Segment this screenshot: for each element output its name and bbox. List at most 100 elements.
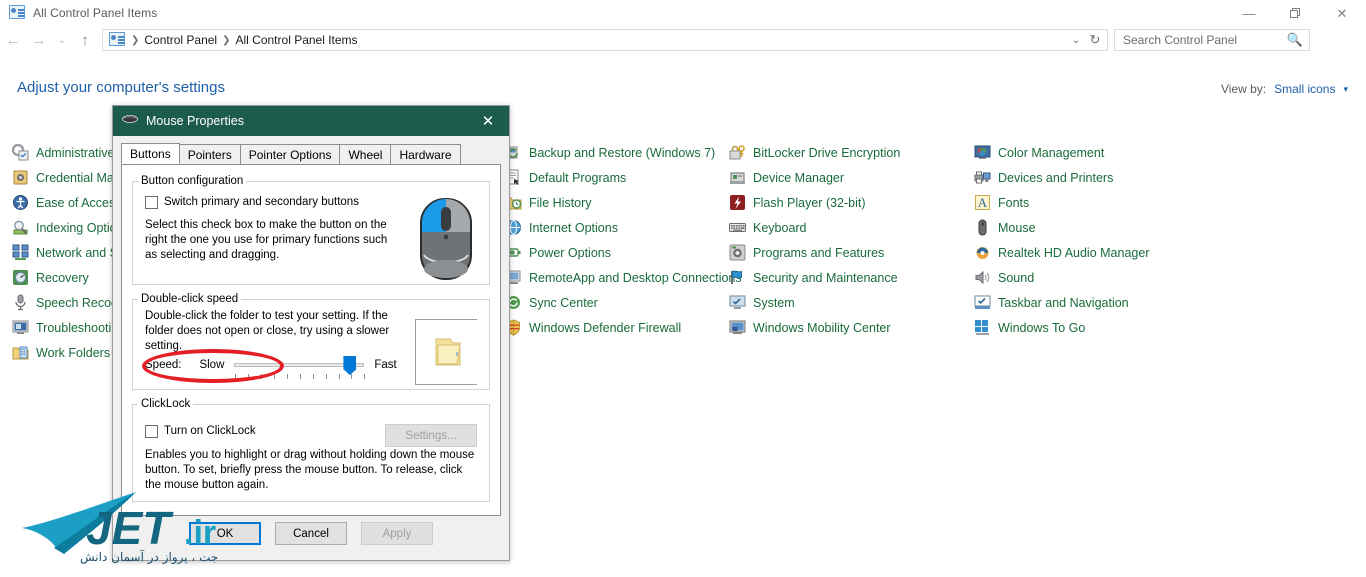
cp-item-label: Flash Player (32-bit) bbox=[753, 195, 866, 210]
system-icon bbox=[729, 294, 746, 311]
cp-item-label: Windows Mobility Center bbox=[753, 320, 891, 335]
switch-buttons-checkbox[interactable] bbox=[145, 196, 158, 209]
slider-thumb[interactable] bbox=[343, 356, 357, 375]
breadcrumb-control-panel-icon bbox=[109, 32, 125, 48]
tab-pointers[interactable]: Pointers bbox=[178, 144, 241, 164]
administrative-tools-icon bbox=[12, 144, 29, 161]
cp-item-taskbar-navigation[interactable]: Taskbar and Navigation bbox=[974, 290, 1214, 315]
window-titlebar: All Control Panel Items — ✕ bbox=[0, 0, 1366, 26]
security-maintenance-icon bbox=[729, 269, 746, 286]
cp-item-remoteapp[interactable]: RemoteApp and Desktop Connections bbox=[505, 265, 742, 290]
cp-item-system[interactable]: System bbox=[729, 290, 964, 315]
view-by-label: View by: bbox=[1220, 82, 1267, 96]
cp-item-label: Power Options bbox=[529, 245, 611, 260]
tab-wheel[interactable]: Wheel bbox=[339, 144, 392, 164]
double-click-description: Double-click the folder to test your set… bbox=[145, 310, 390, 352]
cp-item-label: Backup and Restore (Windows 7) bbox=[529, 145, 716, 160]
cp-item-label: Sync Center bbox=[529, 295, 598, 310]
cp-item-default-programs[interactable]: Default Programs bbox=[505, 165, 730, 190]
cp-item-label: Programs and Features bbox=[753, 245, 885, 260]
apply-button[interactable]: Apply bbox=[361, 522, 433, 545]
clicklock-label: Turn on ClickLock bbox=[164, 425, 256, 437]
cp-item-label: Security and Maintenance bbox=[753, 270, 898, 285]
taskbar-navigation-icon bbox=[974, 294, 991, 311]
cp-item-label: RemoteApp and Desktop Connections bbox=[529, 270, 742, 285]
search-input[interactable] bbox=[1121, 32, 1291, 48]
work-folders-icon bbox=[12, 344, 29, 361]
cp-item-fonts[interactable]: A Fonts bbox=[974, 190, 1214, 215]
clicklock-checkbox-row[interactable]: Turn on ClickLock bbox=[145, 424, 256, 438]
chevron-down-icon[interactable]: ▾ bbox=[1343, 84, 1348, 95]
cp-item-realtek-audio[interactable]: Realtek HD Audio Manager bbox=[974, 240, 1214, 265]
clicklock-checkbox[interactable] bbox=[145, 425, 158, 438]
cp-item-sound[interactable]: Sound bbox=[974, 265, 1214, 290]
breadcrumb-item-all-items[interactable]: All Control Panel Items bbox=[233, 33, 361, 47]
back-button[interactable]: ← bbox=[0, 27, 26, 53]
switch-buttons-checkbox-row[interactable]: Switch primary and secondary buttons bbox=[145, 195, 395, 209]
cp-item-bitlocker[interactable]: BitLocker Drive Encryption bbox=[729, 140, 964, 165]
maximize-button[interactable] bbox=[1272, 0, 1318, 26]
cp-item-windows-to-go[interactable]: Windows To Go bbox=[974, 315, 1214, 340]
clicklock-description: Enables you to highlight or drag without… bbox=[145, 449, 475, 491]
cp-item-label: File History bbox=[529, 195, 592, 210]
cp-item-sync-center[interactable]: Sync Center bbox=[505, 290, 730, 315]
items-column-4: Color Management Devices and Printers A … bbox=[974, 140, 1214, 340]
cp-item-programs-features[interactable]: Programs and Features bbox=[729, 240, 964, 265]
address-dropdown-button[interactable]: ⌄ bbox=[1067, 30, 1085, 50]
cp-item-security-maintenance[interactable]: Security and Maintenance bbox=[729, 265, 964, 290]
cp-item-backup-restore[interactable]: Backup and Restore (Windows 7) bbox=[505, 140, 730, 165]
cp-item-internet-options[interactable]: Internet Options bbox=[505, 215, 730, 240]
cp-item-devices-printers[interactable]: Devices and Printers bbox=[974, 165, 1214, 190]
search-box[interactable]: 🔍 bbox=[1114, 29, 1310, 51]
programs-features-icon bbox=[729, 244, 746, 261]
address-bar[interactable]: ❯ Control Panel ❯ All Control Panel Item… bbox=[102, 29, 1108, 51]
breadcrumb-item-control-panel[interactable]: Control Panel bbox=[141, 33, 220, 47]
refresh-button[interactable]: ↻ bbox=[1085, 30, 1105, 50]
cp-item-label: Device Manager bbox=[753, 170, 845, 185]
search-icon[interactable]: 🔍 bbox=[1287, 32, 1303, 48]
mouse-illustration bbox=[419, 197, 473, 281]
credential-manager-icon bbox=[12, 169, 29, 186]
network-sharing-icon bbox=[12, 244, 29, 261]
cp-item-mouse[interactable]: Mouse bbox=[974, 215, 1214, 240]
cancel-button[interactable]: Cancel bbox=[275, 522, 347, 545]
cp-item-label: Windows To Go bbox=[998, 320, 1086, 335]
up-button[interactable]: ↑ bbox=[72, 27, 98, 53]
cp-item-defender-firewall[interactable]: Windows Defender Firewall bbox=[505, 315, 730, 340]
cp-item-label: Color Management bbox=[998, 145, 1105, 160]
view-by-value[interactable]: Small icons bbox=[1274, 82, 1335, 96]
cp-item-flash-player[interactable]: Flash Player (32-bit) bbox=[729, 190, 964, 215]
forward-button[interactable]: → bbox=[26, 27, 52, 53]
dialog-close-button[interactable]: ✕ bbox=[467, 106, 509, 136]
cp-item-color-management[interactable]: Color Management bbox=[974, 140, 1214, 165]
cp-item-mobility-center[interactable]: Windows Mobility Center bbox=[729, 315, 964, 340]
folder-icon bbox=[435, 338, 461, 366]
cp-item-keyboard[interactable]: Keyboard bbox=[729, 215, 964, 240]
mouse-icon bbox=[974, 219, 991, 236]
cp-item-label: Default Programs bbox=[529, 170, 627, 185]
cp-item-file-history[interactable]: File History bbox=[505, 190, 730, 215]
clicklock-settings-button[interactable]: Settings... bbox=[385, 424, 477, 447]
group-button-configuration: Button configuration Switch primary and … bbox=[132, 175, 490, 285]
ease-of-access-icon bbox=[12, 194, 29, 211]
recent-locations-button[interactable]: ⌄ bbox=[52, 27, 72, 53]
minimize-button[interactable]: — bbox=[1226, 0, 1272, 26]
cp-item-power-options[interactable]: Power Options bbox=[505, 240, 730, 265]
tab-panel-buttons: Button configuration Switch primary and … bbox=[121, 164, 501, 516]
tab-pointer-options[interactable]: Pointer Options bbox=[239, 144, 341, 164]
mouse-properties-dialog: Mouse Properties ✕ Buttons Pointers Poin… bbox=[112, 105, 510, 561]
recovery-icon bbox=[12, 269, 29, 286]
view-by-control[interactable]: View by: Small icons ▾ bbox=[1221, 82, 1348, 96]
cp-item-label: Windows Defender Firewall bbox=[529, 320, 682, 335]
control-panel-icon bbox=[9, 5, 25, 21]
double-click-test-area[interactable] bbox=[415, 319, 477, 385]
tab-hardware[interactable]: Hardware bbox=[390, 144, 461, 164]
tab-buttons[interactable]: Buttons bbox=[121, 143, 180, 164]
cp-item-device-manager[interactable]: Device Manager bbox=[729, 165, 964, 190]
cp-item-label: Mouse bbox=[998, 220, 1036, 235]
cp-item-label: Recovery bbox=[36, 270, 89, 285]
close-button[interactable]: ✕ bbox=[1318, 0, 1366, 26]
device-manager-icon bbox=[729, 169, 746, 186]
ok-button[interactable]: OK bbox=[189, 522, 261, 545]
double-click-speed-slider[interactable] bbox=[234, 356, 366, 379]
